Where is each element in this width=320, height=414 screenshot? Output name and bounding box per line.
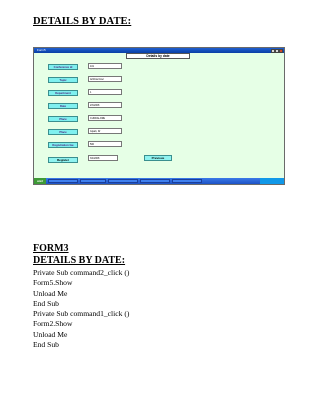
- code-line: End Sub: [33, 340, 59, 350]
- form-heading: Details by date: [126, 53, 190, 59]
- field-registration-fee: 500: [88, 141, 122, 147]
- details-by-date-subheading: DETAILS BY DATE:: [33, 255, 126, 266]
- code-block: Private Sub command2_click () Form5.Show…: [33, 268, 129, 350]
- start-button: start: [34, 178, 46, 184]
- taskbar-item: [140, 179, 170, 183]
- label-conference-id: Conference id: [48, 64, 78, 70]
- code-line: Form5.Show: [33, 278, 73, 288]
- label-place-2: Place: [48, 129, 78, 135]
- form-screenshot: Form5 Details by date Conference id 101 …: [33, 47, 285, 185]
- code-line: Form2.Show: [33, 319, 73, 329]
- close-icon: [279, 48, 283, 53]
- field-conference-id: 101: [88, 63, 122, 69]
- code-line: Private Sub command1_click (): [33, 309, 130, 319]
- taskbar: start: [34, 178, 284, 184]
- code-line: Private Sub command2_click (): [33, 268, 130, 277]
- register-button: Register: [48, 157, 78, 163]
- code-line: End Sub: [33, 298, 59, 308]
- taskbar-item: [108, 179, 138, 183]
- label-place: Place: [48, 116, 78, 122]
- field-place: CUDDALORE: [88, 115, 122, 121]
- field-place-2: Gpark, Dr: [88, 128, 122, 134]
- taskbar-item: [172, 179, 202, 183]
- form3-heading: FORM3: [33, 243, 69, 254]
- field-date: 2/3/2008: [88, 102, 122, 108]
- field-topic: Artificial Intel: [88, 76, 122, 82]
- form-body: Details by date Conference id 101 Topic …: [34, 53, 284, 178]
- code-line: Unload Me: [33, 288, 68, 298]
- label-date: Date: [48, 103, 78, 109]
- details-by-date-heading: DETAILS BY DATE:: [33, 16, 132, 27]
- document-page: DETAILS BY DATE: Form5 Details by date C…: [0, 0, 320, 414]
- previous-button: Previous: [144, 155, 172, 161]
- field-department: 1: [88, 89, 122, 95]
- label-topic: Topic: [48, 77, 78, 83]
- date-combo: 3/4/2008: [88, 155, 118, 161]
- taskbar-item: [48, 179, 78, 183]
- system-tray: [260, 178, 284, 184]
- label-department: Department: [48, 90, 78, 96]
- code-line: Unload Me: [33, 329, 68, 339]
- taskbar-item: [80, 179, 106, 183]
- label-registration-fee: Registration fee: [48, 142, 78, 148]
